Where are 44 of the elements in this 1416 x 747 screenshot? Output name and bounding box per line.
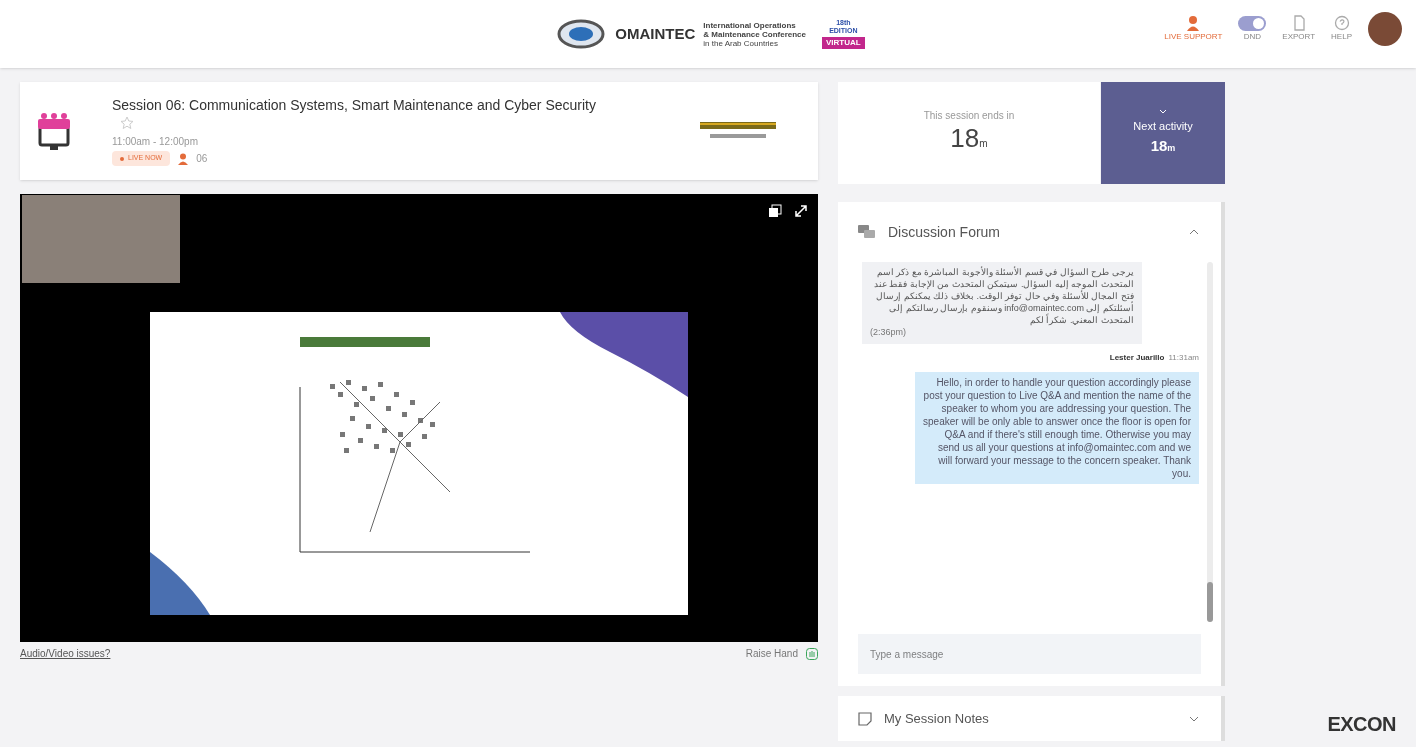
session-title: Session 06: Communication Systems, Smart Maintenance and Cyber Security [112, 97, 596, 113]
virtual-badge: VIRTUAL [822, 37, 865, 49]
expand-arrows-icon [794, 204, 808, 218]
timer-label: This session ends in [923, 108, 1015, 123]
scrollbar-thumb[interactable] [1207, 582, 1213, 622]
chevron-up-icon [1189, 229, 1199, 235]
sent-message: Hello, in order to handle your question accordingly please post your question to Live Q&A and mention the name of the speaker to whom you are addressing your question. The speaker will be only able to answer once the floor is open for Q&A and if there's still enough time. Otherwise you may send us all your questions at info@omaintec.com and we will forward your message to the concern speaker. Thank you. [915, 371, 1199, 484]
logo-wordmark: OMAINTEC [615, 23, 696, 44]
message-text: يرجى طرح السؤال في قسم الأسئلة والأجوبة المباشرة مع ذكر اسم المتحدث الموجه إليه السؤال. سيتمكن المتحدث من الإجابة فقط عند فتح المجال للأسئلة وفي حال توفر الوقت. بخلاف ذلك يمكنكم إرسال أسئلتكم إلى info@omaintec.com وسنقوم بإرسال رسالتكم إلى المتحدث المعني. شكراً لكم [873, 266, 1134, 326]
audio-video-issues-link[interactable]: Audio/Video issues? [20, 646, 111, 661]
help-button[interactable]: HELP [1331, 15, 1352, 43]
fullscreen-button[interactable] [794, 204, 808, 218]
message-time: (2:36pm) [870, 326, 907, 339]
exhibitor-logo: EXCON [1327, 712, 1396, 737]
computer-presentation-icon [36, 111, 72, 151]
hand-icon [806, 647, 818, 660]
export-button[interactable]: EXPORT [1282, 15, 1316, 43]
forum-title: Discussion Forum [888, 222, 1002, 242]
timer-value: 18m [950, 122, 988, 155]
dot-icon [120, 156, 124, 161]
chevron-down-icon [1159, 109, 1167, 114]
person-icon [178, 152, 189, 165]
help-icon [1333, 15, 1350, 31]
message-author: Lester Juarillo [1109, 351, 1165, 364]
user-avatar[interactable] [1368, 12, 1402, 46]
star-outline-icon[interactable] [120, 116, 134, 130]
message-input[interactable]: Type a message [858, 634, 1201, 674]
overlapping-squares-icon [768, 204, 782, 218]
live-support-button[interactable]: LIVE SUPPORT [1164, 15, 1223, 43]
person-icon [1186, 15, 1201, 31]
notes-title: My Session Notes [884, 709, 990, 728]
chevron-down-icon [1189, 715, 1199, 722]
logo-tagline: International Operations & Maintenance Conference in the Arab Countries [703, 20, 806, 48]
picture-in-picture-button[interactable] [768, 204, 782, 218]
next-activity-card[interactable]: Next activity 18m [1101, 82, 1225, 184]
note-icon [858, 711, 872, 726]
chat-bubbles-icon [858, 225, 876, 239]
attendee-count: 06 [196, 152, 208, 166]
next-activity-label: Next activity [1133, 119, 1193, 134]
raise-hand-button[interactable]: Raise Hand [745, 646, 818, 661]
next-activity-value: 18m [1150, 135, 1176, 156]
session-time: 11:00am - 12:00pm [112, 135, 199, 149]
message-time: 11:31am [1168, 351, 1199, 364]
document-icon [1292, 15, 1305, 31]
